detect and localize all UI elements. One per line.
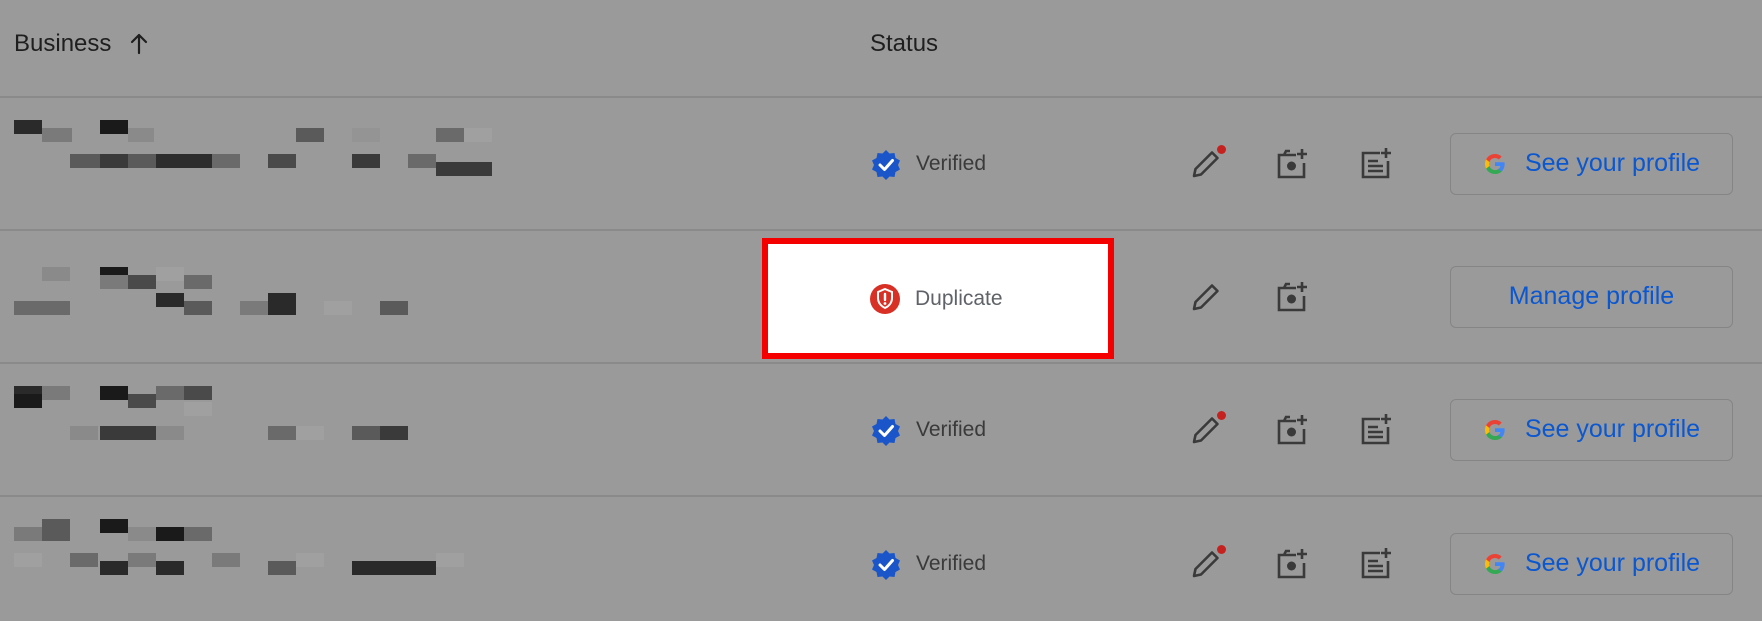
button-label: Manage profile: [1508, 282, 1675, 310]
edit-profile-button[interactable]: [1184, 408, 1228, 452]
add-photo-button[interactable]: [1270, 142, 1314, 186]
google-g-icon: [1484, 553, 1505, 574]
table-header: Business Status: [0, 0, 1762, 98]
alert-dot-icon: [1217, 544, 1226, 554]
alert-dot-icon: [1217, 144, 1226, 154]
highlighted-status-cell: Duplicate: [762, 238, 1114, 359]
table-row: Verified See your profile: [0, 497, 1762, 621]
business-column-header[interactable]: Business: [14, 30, 151, 58]
table-row: Verified See your profile: [0, 98, 1762, 231]
pencil-icon: [1192, 283, 1219, 310]
table-row: Verified See your profile: [0, 364, 1762, 497]
status-text: Verified: [916, 551, 987, 575]
button-label: See your profile: [1524, 415, 1701, 443]
status-column-header: Status: [870, 30, 939, 57]
status-cell: Verified: [870, 414, 986, 446]
add-post-button[interactable]: [1354, 142, 1398, 186]
verified-badge-icon: [872, 549, 900, 580]
add-photo-icon: [1277, 548, 1307, 578]
status-text: Verified: [916, 151, 987, 175]
alert-dot-icon: [1217, 410, 1226, 420]
add-post-icon: [1361, 413, 1391, 444]
button-label: See your profile: [1524, 149, 1701, 177]
add-post-icon: [1361, 147, 1391, 178]
add-photo-button[interactable]: [1270, 542, 1314, 586]
sort-ascending-arrow-icon: [131, 33, 148, 55]
status-cell: Duplicate: [869, 283, 1003, 315]
redacted-business-name: [14, 519, 494, 609]
see-your-profile-button[interactable]: See your profile: [1450, 398, 1733, 461]
add-photo-button[interactable]: [1270, 275, 1314, 319]
manage-profile-button[interactable]: Manage profile: [1450, 265, 1733, 328]
add-post-button[interactable]: [1354, 408, 1398, 452]
status-cell: Verified: [870, 148, 986, 180]
edit-profile-button[interactable]: [1184, 142, 1228, 186]
add-post-button[interactable]: [1354, 542, 1398, 586]
verified-badge-icon: [872, 149, 900, 180]
status-text: Duplicate: [915, 286, 1003, 310]
redacted-business-name: [14, 386, 494, 476]
edit-profile-button[interactable]: [1184, 275, 1228, 319]
redacted-business-name: [14, 120, 494, 210]
duplicate-shield-icon: [870, 283, 900, 314]
google-g-icon: [1484, 419, 1505, 440]
status-cell: Verified: [870, 548, 986, 580]
add-photo-icon: [1277, 148, 1307, 178]
see-your-profile-button[interactable]: See your profile: [1450, 132, 1733, 195]
redacted-business-name: [14, 253, 494, 343]
add-photo-icon: [1277, 281, 1307, 311]
add-photo-button[interactable]: [1270, 408, 1314, 452]
business-column-label: Business: [14, 30, 112, 57]
status-text: Verified: [916, 417, 987, 441]
verified-badge-icon: [872, 415, 900, 446]
google-g-icon: [1484, 153, 1505, 174]
see-your-profile-button[interactable]: See your profile: [1450, 532, 1733, 595]
button-label: See your profile: [1524, 549, 1701, 577]
add-post-icon: [1361, 547, 1391, 578]
add-photo-icon: [1277, 414, 1307, 444]
edit-profile-button[interactable]: [1184, 542, 1228, 586]
